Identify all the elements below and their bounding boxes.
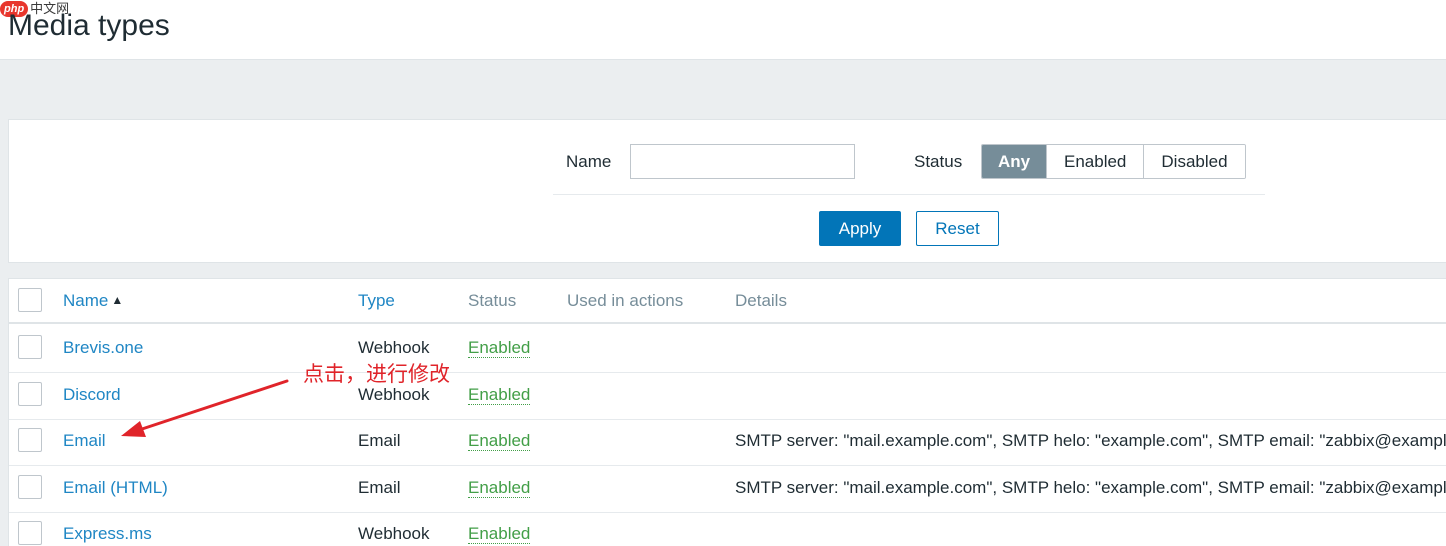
filter-panel: Name Status Any Enabled Disabled Apply R… (8, 119, 1446, 263)
column-header-status: Status (468, 291, 517, 310)
media-type-status-toggle[interactable]: Enabled (468, 524, 531, 544)
select-all-checkbox[interactable] (18, 288, 42, 312)
row-checkbox[interactable] (18, 335, 42, 359)
reset-button[interactable]: Reset (916, 211, 999, 246)
status-filter-segmented: Any Enabled Disabled (981, 144, 1246, 179)
name-filter-input[interactable] (630, 144, 855, 179)
status-option-any[interactable]: Any (982, 145, 1047, 178)
table-header: Name ▲ Type Status Used in actions Detail… (9, 279, 1446, 324)
media-type-name-link[interactable]: Express.ms (63, 524, 152, 544)
media-type-type: Webhook (358, 385, 430, 404)
row-checkbox[interactable] (18, 428, 42, 452)
column-header-name[interactable]: Name ▲ (63, 291, 123, 311)
table-row: Email Email Enabled SMTP server: "mail.e… (9, 419, 1446, 466)
media-types-table: Name ▲ Type Status Used in actions Detail… (8, 278, 1446, 546)
media-type-status-toggle[interactable]: Enabled (468, 478, 531, 498)
table-row: Discord Webhook Enabled (9, 373, 1446, 420)
row-checkbox[interactable] (18, 521, 42, 545)
page-header: php 中文网 Media types (0, 0, 1446, 60)
media-type-type: Email (358, 478, 401, 497)
column-header-details: Details (735, 291, 787, 310)
apply-button[interactable]: Apply (819, 211, 901, 246)
status-option-disabled[interactable]: Disabled (1144, 145, 1245, 178)
media-type-details: SMTP server: "mail.example.com", SMTP he… (735, 478, 1446, 497)
media-type-name-link[interactable]: Brevis.one (63, 338, 143, 358)
status-filter-label: Status (914, 152, 963, 171)
media-type-details: SMTP server: "mail.example.com", SMTP he… (735, 431, 1446, 450)
sort-ascending-icon: ▲ (111, 293, 124, 307)
page-title: Media types (8, 9, 170, 42)
annotation-text: 点击，进行修改 (303, 362, 450, 386)
media-type-status-toggle[interactable]: Enabled (468, 431, 531, 451)
name-filter-label: Name (566, 152, 612, 171)
column-header-name-label: Name (63, 291, 109, 310)
column-header-used-in-actions: Used in actions (567, 291, 684, 310)
table-row: Express.ms Webhook Enabled (9, 512, 1446, 546)
column-header-type[interactable]: Type (358, 291, 395, 311)
media-type-status-toggle[interactable]: Enabled (468, 385, 531, 405)
status-option-enabled[interactable]: Enabled (1047, 145, 1145, 178)
filter-divider (553, 194, 1265, 195)
media-type-name-link[interactable]: Email (63, 431, 106, 451)
media-type-type: Email (358, 431, 401, 450)
media-type-type: Webhook (358, 524, 430, 543)
row-checkbox[interactable] (18, 382, 42, 406)
table-row: Brevis.one Webhook Enabled (9, 326, 1446, 373)
media-type-name-link[interactable]: Email (HTML) (63, 478, 168, 498)
media-type-name-link[interactable]: Discord (63, 385, 121, 405)
row-checkbox[interactable] (18, 475, 42, 499)
table-row: Email (HTML) Email Enabled SMTP server: … (9, 466, 1446, 513)
media-type-type: Webhook (358, 338, 430, 357)
media-type-status-toggle[interactable]: Enabled (468, 338, 531, 358)
